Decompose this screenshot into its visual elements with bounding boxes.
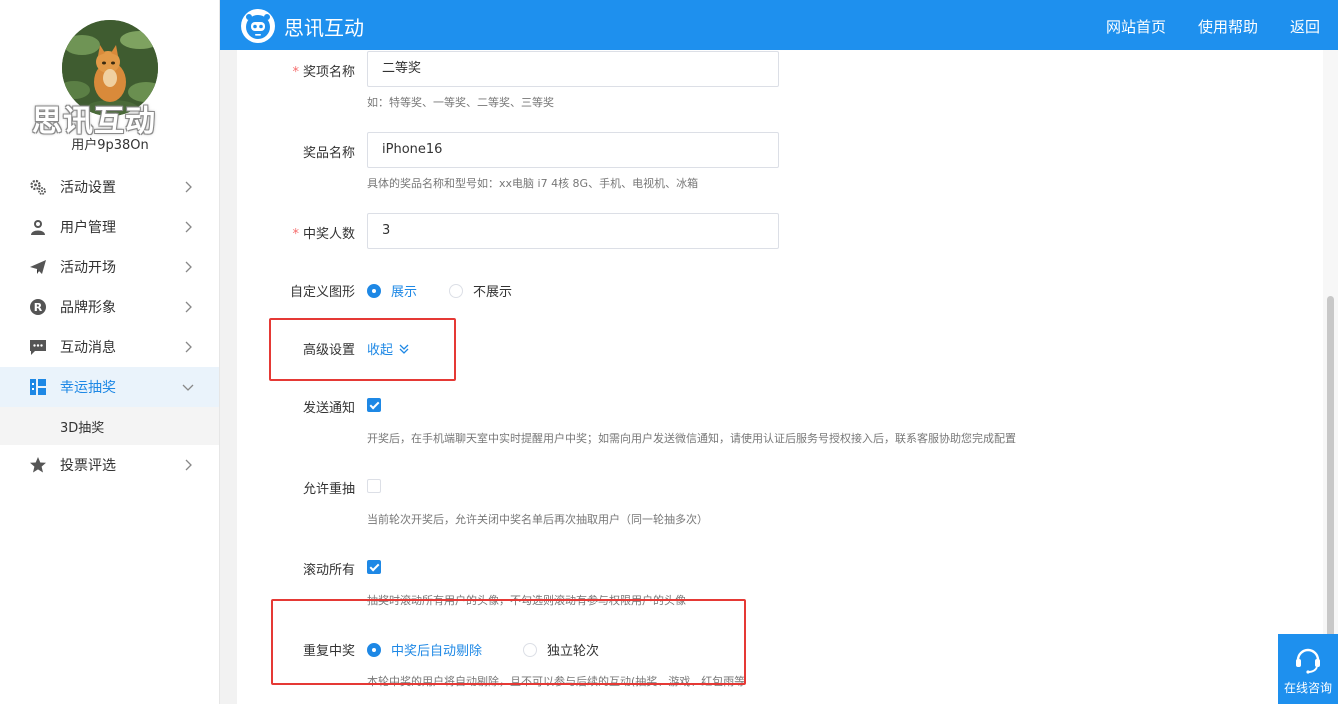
radio-dot: [523, 642, 537, 657]
winners-count-input[interactable]: 3: [367, 213, 779, 249]
sidebar-menu: 活动设置 用户管理 活动开场 R 品牌形象 互动消息 幸运抽奖 3D抽奖 投票评…: [0, 167, 219, 485]
page-scrollbar[interactable]: [1323, 50, 1338, 704]
chevron-right-icon: [185, 459, 192, 471]
send-notice-help: 开奖后，在手机端聊天室中实时提醒用户中奖；如需向用户发送微信通知，请使用认证后服…: [367, 432, 1016, 445]
sidebar: 思讯互动 用户9p38On 活动设置 用户管理 活动开场 R 品牌形象 互动消息…: [0, 0, 220, 704]
nav-help-link[interactable]: 使用帮助: [1198, 16, 1258, 37]
gears-icon: [28, 177, 48, 197]
prize-name-help: 具体的奖品名称和型号如：xx电脑 i7 4核 8G、手机、电视机、冰箱: [367, 177, 699, 190]
allow-redraw-checkbox[interactable]: [367, 479, 381, 493]
double-chevron-down-icon: [399, 344, 409, 354]
required-mark: *: [292, 227, 299, 242]
sidebar-item-label: 互动消息: [60, 340, 116, 356]
allow-redraw-help: 当前轮次开奖后，允许关闭中奖名单后再次抽取用户（同一轮抽多次）: [367, 513, 708, 526]
registered-icon: R: [28, 297, 48, 317]
chevron-right-icon: [185, 341, 192, 353]
paper-plane-icon: [28, 257, 48, 277]
sidebar-item-label: 幸运抽奖: [60, 380, 116, 396]
prize-form: * 奖项名称 二等奖 如：特等奖、一等奖、二等奖、三等奖 奖品名称 iPhone1…: [237, 50, 1323, 704]
repeat-win-auto-remove-radio[interactable]: 中奖后自动剔除: [367, 640, 482, 659]
repeat-win-help: 本轮中奖的用户将自动剔除，且不可以参与后续的互动(抽奖、游戏、红包雨等: [367, 675, 746, 688]
prize-level-help: 如：特等奖、一等奖、二等奖、三等奖: [367, 96, 554, 109]
chevron-right-icon: [185, 181, 192, 193]
chevron-right-icon: [185, 261, 192, 273]
user-icon: [28, 217, 48, 237]
consult-label: 在线咨询: [1283, 681, 1332, 695]
advanced-collapse-toggle[interactable]: 收起: [367, 339, 410, 358]
send-notice-checkbox[interactable]: [367, 398, 381, 412]
chevron-right-icon: [185, 301, 192, 313]
header-nav: 网站首页 使用帮助 返回: [1074, 16, 1320, 37]
repeat-win-label: 重复中奖: [302, 644, 355, 659]
sidebar-item-interactive-messages[interactable]: 互动消息: [0, 327, 219, 367]
custom-shape-label: 自定义图形: [289, 285, 355, 300]
sidebar-item-brand-image[interactable]: R 品牌形象: [0, 287, 219, 327]
sidebar-item-label: 活动开场: [60, 260, 116, 276]
custom-shape-hide-radio[interactable]: 不展示: [449, 281, 512, 300]
nav-home-link[interactable]: 网站首页: [1106, 16, 1166, 37]
nav-back-link[interactable]: 返回: [1290, 16, 1320, 37]
scroll-all-help: 抽奖时滚动所有用户的头像，不勾选则滚动有参与权限用户的头像: [367, 594, 686, 607]
robot-logo-icon[interactable]: [240, 8, 276, 44]
advanced-settings-label: 高级设置: [302, 343, 355, 358]
online-consult-button[interactable]: 在线咨询: [1278, 634, 1338, 704]
send-notice-label: 发送通知: [302, 401, 355, 416]
sidebar-item-voting[interactable]: 投票评选: [0, 445, 219, 485]
sidebar-item-label: 品牌形象: [60, 300, 116, 316]
sidebar-subitem-label: 3D抽奖: [60, 420, 105, 436]
sidebar-item-activity-settings[interactable]: 活动设置: [0, 167, 219, 207]
sidebar-item-lucky-draw[interactable]: 幸运抽奖: [0, 367, 219, 407]
sidebar-item-activity-opening[interactable]: 活动开场: [0, 247, 219, 287]
headset-icon: [1296, 648, 1320, 674]
chevron-down-icon: [182, 384, 194, 391]
required-mark: *: [292, 65, 299, 80]
prize-name-label: 奖品名称: [302, 146, 355, 161]
sidebar-item-label: 活动设置: [60, 180, 116, 196]
prize-level-input[interactable]: 二等奖: [367, 51, 779, 87]
sidebar-subitem-3d-draw[interactable]: 3D抽奖: [0, 407, 219, 445]
custom-shape-show-radio[interactable]: 展示: [367, 281, 417, 300]
prize-name-input[interactable]: iPhone16: [367, 132, 779, 168]
svg-text:R: R: [34, 301, 43, 314]
sidebar-item-label: 投票评选: [60, 458, 116, 474]
winners-count-label: * 中奖人数: [292, 227, 355, 242]
scroll-all-label: 滚动所有: [302, 563, 355, 578]
username: 用户9p38On: [71, 138, 149, 153]
chevron-right-icon: [185, 221, 192, 233]
message-icon: [28, 337, 48, 357]
sidebar-item-label: 用户管理: [60, 220, 116, 236]
star-icon: [28, 455, 48, 475]
top-header: 思讯互动 网站首页 使用帮助 返回: [220, 0, 1338, 50]
lottery-icon: [28, 377, 48, 397]
radio-dot: [367, 283, 381, 298]
repeat-win-independent-radio[interactable]: 独立轮次: [523, 640, 599, 659]
allow-redraw-label: 允许重抽: [302, 482, 355, 497]
radio-dot: [449, 283, 463, 298]
app-title: 思讯互动: [284, 16, 364, 40]
radio-dot: [367, 642, 381, 657]
prize-level-label: * 奖项名称: [292, 65, 355, 80]
scroll-all-checkbox[interactable]: [367, 560, 381, 574]
sidebar-item-user-management[interactable]: 用户管理: [0, 207, 219, 247]
